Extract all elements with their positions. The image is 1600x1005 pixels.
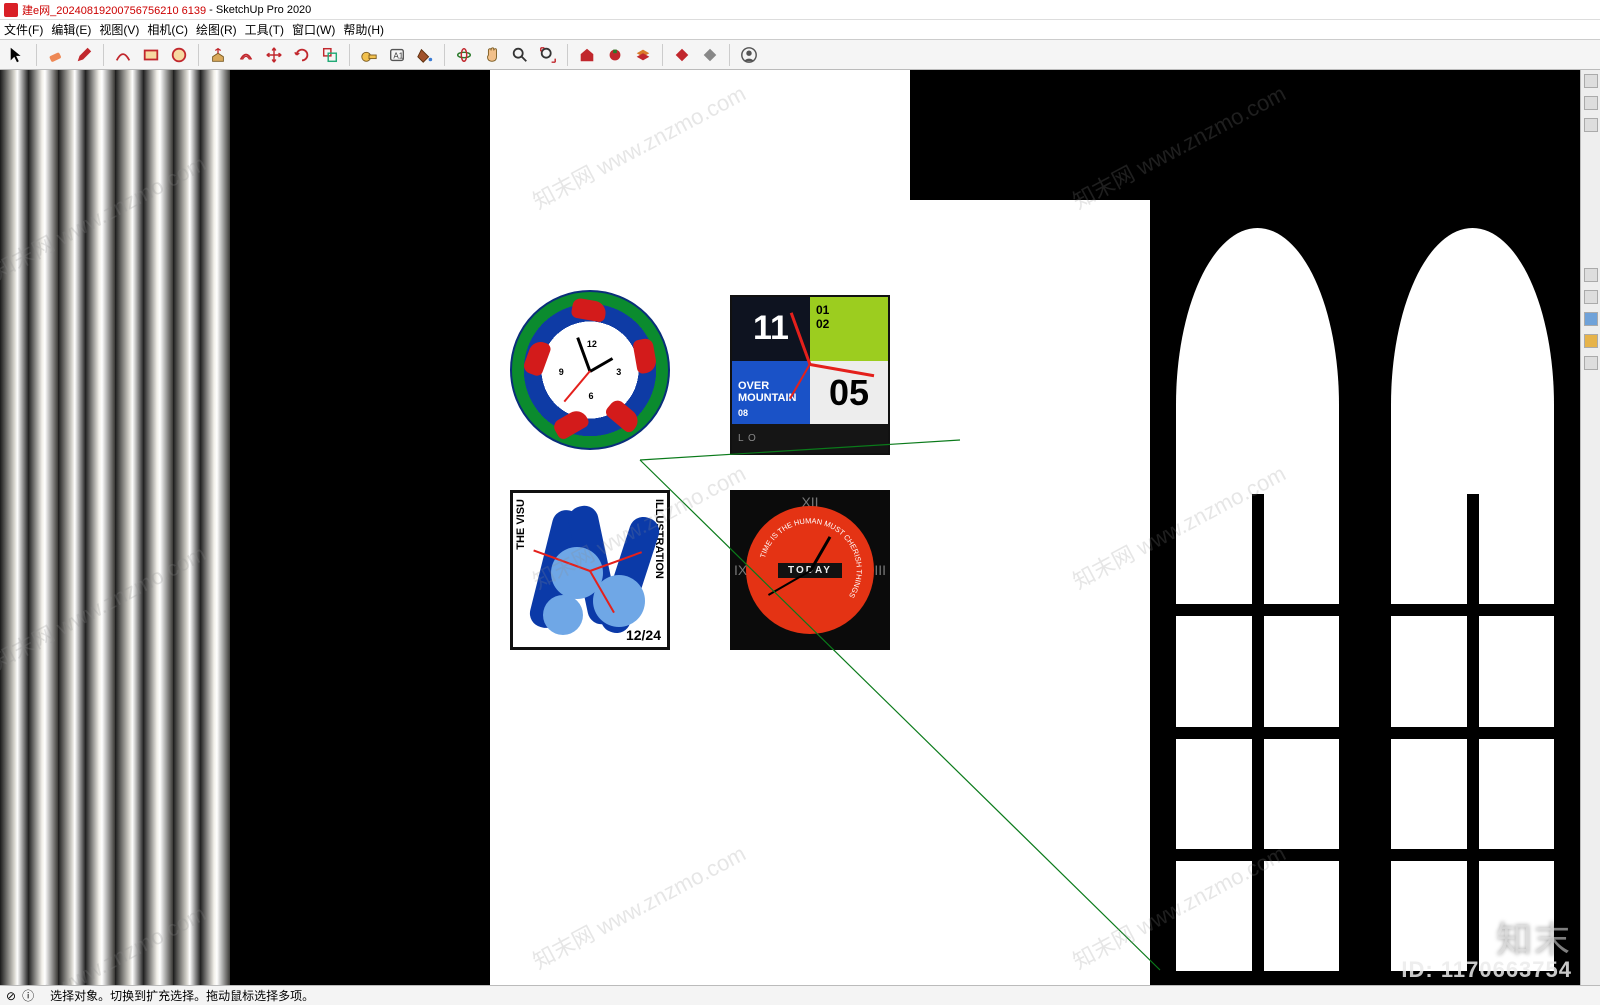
pencil-tool[interactable] bbox=[73, 44, 95, 66]
status-text: 选择对象。切换到扩充选择。拖动鼠标选择多项。 bbox=[50, 987, 314, 1004]
tray-item[interactable] bbox=[1584, 74, 1598, 88]
menu-draw[interactable]: 绘图(R) bbox=[196, 21, 237, 38]
status-icon-2[interactable]: ⓘ bbox=[22, 987, 34, 1004]
grid-strip: L O bbox=[732, 424, 888, 453]
menu-window[interactable]: 窗口(W) bbox=[292, 21, 335, 38]
rectangle-tool[interactable] bbox=[140, 44, 162, 66]
paint-bucket-tool[interactable] bbox=[414, 44, 436, 66]
eraser-tool[interactable] bbox=[45, 44, 67, 66]
select-tool[interactable] bbox=[6, 44, 28, 66]
scale-tool[interactable] bbox=[319, 44, 341, 66]
plugin-grey-tool[interactable] bbox=[699, 44, 721, 66]
model-viewport[interactable]: 标题 bbox=[0, 70, 1580, 985]
id-stamp: ID: 1170663754 bbox=[1401, 957, 1572, 983]
zoom-extents-tool[interactable] bbox=[537, 44, 559, 66]
menu-edit[interactable]: 编辑(E) bbox=[51, 21, 91, 38]
menu-tools[interactable]: 工具(T) bbox=[245, 21, 284, 38]
tray-item[interactable] bbox=[1584, 334, 1598, 348]
clock-red-model: XIIIIIIX TIME IS THE HUMAN MUST CHERISH … bbox=[730, 490, 890, 650]
tray-item[interactable] bbox=[1584, 96, 1598, 110]
plugin-red-tool[interactable] bbox=[671, 44, 693, 66]
clock-grid-model: 11 01 02 OVER MOUNTAIN 08 05 L O bbox=[730, 295, 890, 455]
layers-tool[interactable] bbox=[632, 44, 654, 66]
tray-item[interactable] bbox=[1584, 290, 1598, 304]
user-account[interactable] bbox=[738, 44, 760, 66]
warehouse-tool[interactable] bbox=[576, 44, 598, 66]
pan-tool[interactable] bbox=[481, 44, 503, 66]
tape-measure-tool[interactable] bbox=[358, 44, 380, 66]
pushpull-tool[interactable] bbox=[207, 44, 229, 66]
right-tray[interactable] bbox=[1580, 70, 1600, 985]
document-name: 建e网_20240819200756756210 6139 bbox=[22, 2, 206, 18]
curtain-model bbox=[0, 70, 230, 985]
tray-item[interactable] bbox=[1584, 118, 1598, 132]
menu-camera[interactable]: 相机(C) bbox=[147, 21, 188, 38]
double-door-model bbox=[1150, 200, 1580, 985]
door-handle-right bbox=[1369, 790, 1375, 860]
clock-poster-model: THE VISU ILLUSTRATION 12/24 bbox=[510, 490, 670, 650]
tray-item[interactable] bbox=[1584, 268, 1598, 282]
app-icon bbox=[4, 3, 18, 17]
circle-tool[interactable] bbox=[168, 44, 190, 66]
app-name: SketchUp Pro 2020 bbox=[216, 4, 311, 16]
status-icon-1[interactable]: ⊘ bbox=[6, 989, 16, 1003]
zoom-tool[interactable] bbox=[509, 44, 531, 66]
menu-help[interactable]: 帮助(H) bbox=[343, 21, 384, 38]
window-titlebar: 建e网_20240819200756756210 6139 - SketchUp… bbox=[0, 0, 1600, 20]
tray-item[interactable] bbox=[1584, 312, 1598, 326]
main-toolbar: A1 bbox=[0, 40, 1600, 70]
statusbar: ⊘ ⓘ 选择对象。切换到扩充选择。拖动鼠标选择多项。 bbox=[0, 985, 1600, 1005]
menubar: 文件(F) 编辑(E) 视图(V) 相机(C) 绘图(R) 工具(T) 窗口(W… bbox=[0, 20, 1600, 40]
content-area: 标题 bbox=[0, 70, 1600, 985]
scene: 标题 bbox=[0, 70, 1580, 985]
arc-tool[interactable] bbox=[112, 44, 134, 66]
orbit-tool[interactable] bbox=[453, 44, 475, 66]
svg-text:TIME IS THE HUMAN MUST CHERISH: TIME IS THE HUMAN MUST CHERISH THINGS bbox=[758, 516, 864, 599]
move-tool[interactable] bbox=[263, 44, 285, 66]
svg-text:A1: A1 bbox=[393, 51, 403, 60]
menu-file[interactable]: 文件(F) bbox=[4, 21, 43, 38]
tray-item[interactable] bbox=[1584, 356, 1598, 370]
scene-black-top-right bbox=[910, 70, 1580, 200]
clock-round-model: 12 3 6 9 bbox=[510, 290, 670, 450]
door-handle-left bbox=[1355, 790, 1361, 860]
brand-stamp: 知末 bbox=[1496, 911, 1572, 963]
offset-tool[interactable] bbox=[235, 44, 257, 66]
text-tool[interactable]: A1 bbox=[386, 44, 408, 66]
menu-view[interactable]: 视图(V) bbox=[99, 21, 139, 38]
extension-warehouse-tool[interactable] bbox=[604, 44, 626, 66]
rotate-tool[interactable] bbox=[291, 44, 313, 66]
